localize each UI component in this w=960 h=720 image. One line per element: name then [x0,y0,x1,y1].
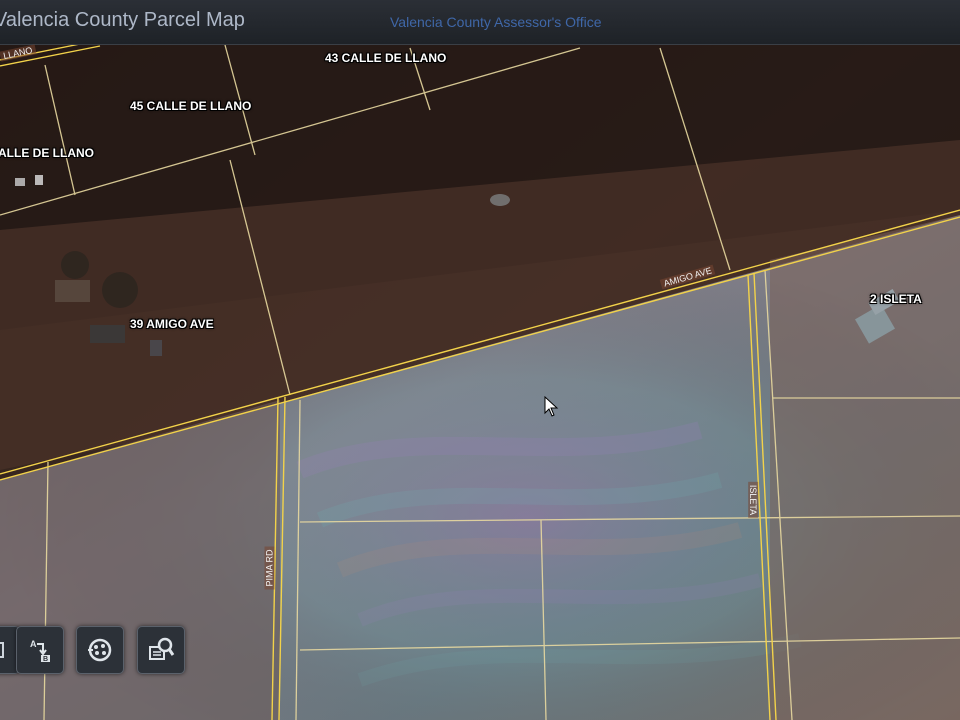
road-label-isleta: ISLETA [748,481,759,519]
directions-button[interactable]: A B [16,626,64,674]
identify-button[interactable] [137,626,185,674]
map-app: Valencia County Parcel Map Valencia Coun… [0,0,960,720]
directions-icon: A B [30,639,50,663]
parcel-label: 39 AMIGO AVE [130,317,214,331]
parcel-label: 2 ISLETA [870,292,922,306]
road-label-pima: PIMA RD [264,546,275,590]
assessor-office-link[interactable]: Valencia County Assessor's Office [390,14,601,30]
parcel-label: ALLE DE LLANO [0,146,94,160]
parcel-label: 43 CALLE DE LLANO [325,51,447,65]
layers-icon [88,638,112,662]
app-header: Valencia County Parcel Map Valencia Coun… [0,0,960,45]
identify-icon [149,637,175,660]
mouse-cursor-icon [544,396,559,417]
layers-button[interactable] [76,626,124,674]
tool-icon [0,642,4,658]
svg-text:A: A [30,639,37,649]
app-title: Valencia County Parcel Map [0,9,245,31]
parcel-label: 45 CALLE DE LLANO [130,99,252,113]
svg-text:B: B [43,656,48,663]
